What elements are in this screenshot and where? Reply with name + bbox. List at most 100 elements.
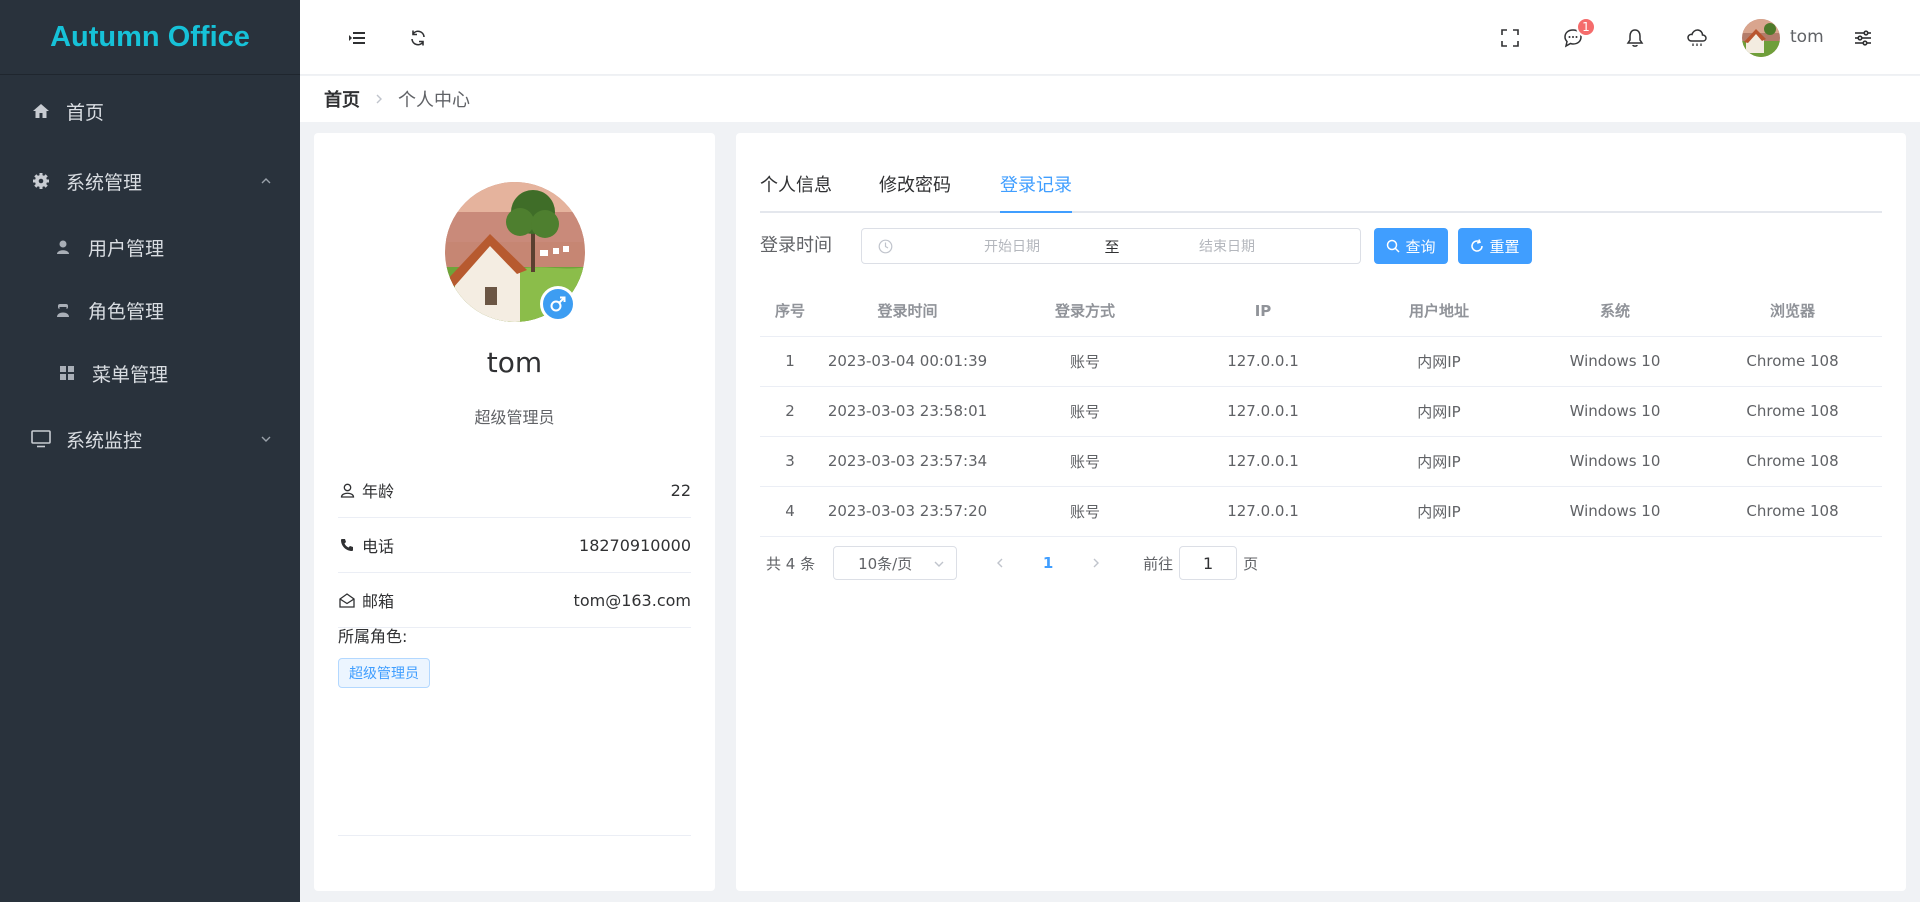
sidebar-item-label: 用户管理 bbox=[88, 237, 165, 260]
collapse-menu-icon[interactable] bbox=[344, 25, 370, 51]
table-cell: 内网IP bbox=[1351, 486, 1527, 537]
table-cell: Windows 10 bbox=[1527, 486, 1703, 537]
app-logo: Autumn Office bbox=[0, 0, 300, 75]
pagination-total: 共 4 条 bbox=[766, 554, 816, 573]
sidebar-item-label: 菜单管理 bbox=[92, 363, 169, 386]
clock-icon bbox=[876, 237, 894, 255]
sidebar-item-system-monitor[interactable]: 系统监控 bbox=[0, 418, 300, 460]
monitor-icon bbox=[30, 428, 52, 450]
table-cell: Chrome 108 bbox=[1703, 486, 1882, 537]
search-button[interactable]: 查询 bbox=[1374, 228, 1448, 264]
table-cell: 账号 bbox=[995, 436, 1175, 487]
tab-login-records[interactable]: 登录记录 bbox=[1000, 171, 1072, 213]
refresh-icon bbox=[1470, 239, 1484, 253]
message-icon[interactable]: 1 bbox=[1560, 17, 1596, 51]
column-header: 序号 bbox=[760, 286, 820, 337]
table-cell: 3 bbox=[760, 436, 820, 487]
email-value: tom@163.com bbox=[573, 590, 691, 610]
table-cell: 2023-03-03 23:58:01 bbox=[820, 386, 995, 437]
goto-page-input[interactable] bbox=[1179, 546, 1238, 580]
phone-value: 18270910000 bbox=[579, 535, 691, 555]
sidebar-item-system-management[interactable]: 系统管理 bbox=[0, 160, 300, 202]
table-cell: 127.0.0.1 bbox=[1175, 436, 1351, 487]
sidebar-item-label: 首页 bbox=[66, 101, 105, 124]
grid-icon bbox=[56, 362, 78, 384]
end-date-input[interactable]: 结束日期 bbox=[1152, 236, 1302, 256]
search-icon bbox=[1386, 239, 1401, 253]
column-header: IP bbox=[1175, 286, 1351, 337]
search-button-label: 查询 bbox=[1405, 237, 1436, 256]
sidebar-item-label: 角色管理 bbox=[88, 300, 165, 323]
table-cell: 127.0.0.1 bbox=[1175, 336, 1351, 387]
age-value: 22 bbox=[670, 480, 691, 500]
table-cell: 内网IP bbox=[1351, 336, 1527, 387]
username-label[interactable]: tom bbox=[1790, 27, 1824, 47]
breadcrumb-home[interactable]: 首页 bbox=[324, 86, 360, 112]
role-icon bbox=[52, 299, 74, 321]
sidebar-item-menus[interactable]: 菜单管理 bbox=[0, 352, 300, 394]
sidebar-item-users[interactable]: 用户管理 bbox=[0, 226, 300, 268]
table-cell: Windows 10 bbox=[1527, 336, 1703, 387]
profile-name: tom bbox=[486, 346, 543, 379]
active-tab-indicator bbox=[1000, 211, 1072, 213]
table-row: 3 2023-03-03 23:57:34 账号 127.0.0.1 内网IP … bbox=[760, 436, 1882, 487]
phone-label: 电话 bbox=[362, 537, 395, 556]
sidebar-item-home[interactable]: 首页 bbox=[0, 90, 300, 132]
table-row: 2 2023-03-03 23:58:01 账号 127.0.0.1 内网IP … bbox=[760, 386, 1882, 437]
table-cell: Chrome 108 bbox=[1703, 386, 1882, 437]
column-header: 系统 bbox=[1527, 286, 1703, 337]
table-cell: Chrome 108 bbox=[1703, 336, 1882, 387]
page-number-1[interactable]: 1 bbox=[1033, 554, 1063, 572]
goto-prefix: 前往 bbox=[1143, 554, 1174, 573]
breadcrumb: 首页 个人中心 bbox=[300, 76, 1920, 122]
goto-suffix: 页 bbox=[1243, 554, 1259, 573]
table-cell: 2023-03-03 23:57:34 bbox=[820, 436, 995, 487]
table-cell: 127.0.0.1 bbox=[1175, 386, 1351, 437]
table-header-row: 序号 登录时间 登录方式 IP 用户地址 系统 浏览器 bbox=[760, 286, 1882, 337]
column-header: 登录方式 bbox=[995, 286, 1175, 337]
table-cell: 2023-03-03 23:57:20 bbox=[820, 486, 995, 537]
table-cell: 2023-03-04 00:01:39 bbox=[820, 336, 995, 387]
table-cell: Windows 10 bbox=[1527, 436, 1703, 487]
table-row: 1 2023-03-04 00:01:39 账号 127.0.0.1 内网IP … bbox=[760, 336, 1882, 387]
profile-card: tom 超级管理员 年龄 22 电话 18270910000 邮箱 tom@16… bbox=[314, 133, 715, 891]
settings-sliders-icon[interactable] bbox=[1850, 25, 1876, 51]
page-size-select[interactable]: 10条/页 bbox=[833, 546, 958, 580]
age-label: 年龄 bbox=[362, 482, 395, 501]
user-avatar[interactable] bbox=[1742, 19, 1780, 57]
next-page-icon[interactable] bbox=[1081, 548, 1111, 578]
tab-change-password[interactable]: 修改密码 bbox=[879, 171, 951, 213]
sidebar-item-roles[interactable]: 角色管理 bbox=[0, 289, 300, 331]
fullscreen-icon[interactable] bbox=[1497, 25, 1523, 51]
table-cell: 2 bbox=[760, 386, 820, 437]
start-date-input[interactable]: 开始日期 bbox=[937, 236, 1087, 256]
sidebar-item-label: 系统管理 bbox=[66, 171, 143, 194]
table-cell: 账号 bbox=[995, 386, 1175, 437]
column-header: 浏览器 bbox=[1703, 286, 1882, 337]
bell-icon[interactable] bbox=[1622, 25, 1648, 51]
weather-icon[interactable] bbox=[1684, 25, 1710, 51]
pagination: 共 4 条 10条/页 1 前往 页 bbox=[760, 545, 1258, 581]
table-row: 4 2023-03-03 23:57:20 账号 127.0.0.1 内网IP … bbox=[760, 486, 1882, 537]
column-header: 用户地址 bbox=[1351, 286, 1527, 337]
top-header: 1 tom bbox=[300, 0, 1920, 75]
email-label: 邮箱 bbox=[362, 592, 395, 611]
range-separator: 至 bbox=[1104, 237, 1120, 256]
notification-badge: 1 bbox=[1576, 17, 1596, 37]
refresh-icon[interactable] bbox=[405, 25, 431, 51]
login-records-table: 序号 登录时间 登录方式 IP 用户地址 系统 浏览器 1 2023-03-04… bbox=[760, 286, 1882, 537]
phone-row: 电话 18270910000 bbox=[338, 518, 691, 573]
date-range-picker[interactable]: 开始日期 至 结束日期 bbox=[861, 228, 1361, 264]
chevron-up-icon bbox=[258, 173, 274, 189]
reset-button[interactable]: 重置 bbox=[1458, 228, 1532, 264]
tab-bar: 个人信息 修改密码 登录记录 bbox=[760, 171, 1882, 213]
tab-personal-info[interactable]: 个人信息 bbox=[760, 171, 832, 213]
table-cell: 内网IP bbox=[1351, 386, 1527, 437]
reset-button-label: 重置 bbox=[1489, 237, 1520, 256]
column-header: 登录时间 bbox=[820, 286, 995, 337]
profile-role: 超级管理员 bbox=[474, 408, 555, 427]
phone-icon bbox=[338, 536, 356, 554]
table-cell: 账号 bbox=[995, 486, 1175, 537]
mail-icon bbox=[338, 591, 356, 609]
prev-page-icon[interactable] bbox=[985, 548, 1015, 578]
